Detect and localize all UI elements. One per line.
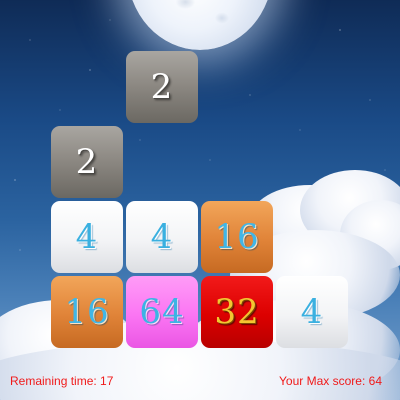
remaining-time-display: Remaining time: 17: [10, 374, 113, 388]
tile: 16: [51, 276, 123, 348]
tile: 4: [276, 276, 348, 348]
tile-value: 16: [214, 217, 260, 257]
tile: 4: [51, 201, 123, 273]
remaining-time-value: 17: [100, 374, 114, 388]
max-score-label: Your Max score:: [279, 374, 366, 388]
tile: 64: [126, 276, 198, 348]
tile-value: 4: [75, 217, 99, 257]
tile-value: 2: [150, 67, 174, 107]
tile: 2: [126, 51, 198, 123]
max-score-value: 64: [368, 374, 382, 388]
tile-value: 16: [64, 292, 110, 332]
tile-value: 2: [75, 142, 99, 182]
remaining-time-label: Remaining time:: [10, 374, 97, 388]
tile-value: 64: [139, 292, 185, 332]
tile-value: 4: [300, 292, 324, 332]
tile-value: 4: [150, 217, 174, 257]
tile: 16: [201, 201, 273, 273]
game-scene: 2 2 4 4 16 16 64 32 4 Remaining time: 17…: [0, 0, 400, 400]
tile: 2: [51, 126, 123, 198]
tile: 32: [201, 276, 273, 348]
tile-value: 32: [214, 292, 260, 332]
tile: 4: [126, 201, 198, 273]
game-board[interactable]: 2 2 4 4 16 16 64 32 4: [0, 0, 400, 400]
max-score-display: Your Max score: 64: [279, 374, 382, 388]
